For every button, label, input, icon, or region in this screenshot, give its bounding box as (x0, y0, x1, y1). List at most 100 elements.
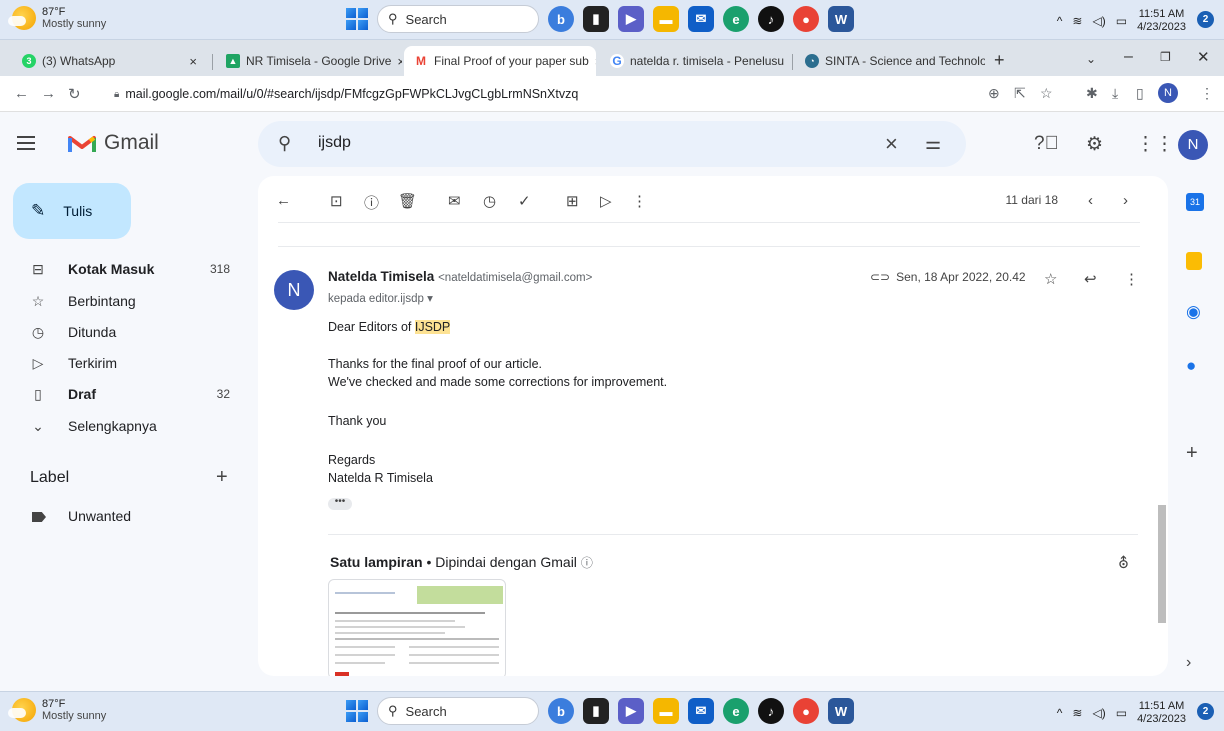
notification-badge[interactable]: 2 (1197, 703, 1214, 720)
forward-icon[interactable]: → (41, 85, 56, 102)
system-tray[interactable]: ^ ≋ ◁) ▭ 11:51 AM 4/23/2023 (1057, 8, 1186, 34)
chevron-up-icon[interactable]: ^ (1057, 706, 1063, 720)
scrollbar[interactable] (1158, 505, 1166, 623)
chrome-icon[interactable]: ● (793, 6, 819, 32)
edge-icon[interactable]: e (723, 698, 749, 724)
download-icon[interactable]: ⤓ (1112, 85, 1118, 102)
close-icon[interactable]: × (397, 54, 402, 69)
gear-icon[interactable]: ⚙ (1086, 133, 1103, 156)
sidebar-item-drafts[interactable]: ▯ Draf 32 (0, 378, 256, 410)
clock[interactable]: 11:51 AM 4/23/2023 (1137, 700, 1186, 726)
move-to-icon[interactable]: ⊞ (566, 192, 579, 210)
hide-side-panel-icon[interactable]: › (1186, 654, 1191, 672)
clear-search-icon[interactable]: × (885, 131, 898, 157)
wifi-icon[interactable]: ≋ (1072, 706, 1082, 720)
search-input[interactable]: ijsdp (318, 134, 351, 152)
restore-button[interactable]: ❐ (1160, 50, 1171, 64)
tab-google-drive[interactable]: ▲ NR Timisela - Google Drive × (216, 46, 402, 76)
star-icon[interactable]: ☆ (1044, 270, 1057, 288)
sidebar-item-snoozed[interactable]: ◷ Ditunda (0, 316, 256, 348)
reload-icon[interactable]: ↻ (68, 85, 81, 103)
bing-icon[interactable]: b (548, 698, 574, 724)
chrome-icon[interactable]: ● (793, 698, 819, 724)
show-trimmed-content-button[interactable]: ••• (328, 497, 352, 510)
tab-gmail-final-proof[interactable]: M Final Proof of your paper sub× (404, 46, 596, 76)
back-icon[interactable]: ← (14, 85, 29, 102)
sidebar-item-inbox[interactable]: ⊟ Kotak Masuk 318 (0, 253, 256, 285)
meet-icon[interactable]: ▶ (618, 698, 644, 724)
more-options-icon[interactable]: ⋮ (632, 192, 647, 210)
notification-badge[interactable]: 2 (1197, 11, 1214, 28)
extensions-icon[interactable]: ✱ (1086, 85, 1098, 102)
minimize-button[interactable]: – (1124, 48, 1133, 66)
search-options-icon[interactable]: ⚌ (925, 133, 941, 154)
label-icon[interactable]: ▷ (600, 192, 612, 210)
tiktok-icon[interactable]: ♪ (758, 698, 784, 724)
tiktok-icon[interactable]: ♪ (758, 6, 784, 32)
battery-icon[interactable]: ▭ (1116, 706, 1127, 720)
account-avatar[interactable]: N (1178, 130, 1208, 160)
menu-dots-icon[interactable]: ⋮ (1200, 85, 1214, 102)
report-spam-icon[interactable]: ⓘ (364, 192, 379, 213)
taskview-icon[interactable]: ▮ (583, 698, 609, 724)
mark-unread-icon[interactable]: ✉ (448, 192, 461, 210)
add-task-icon[interactable]: ✓ (518, 192, 531, 210)
taskview-icon[interactable]: ▮ (583, 6, 609, 32)
label-unwanted[interactable]: Unwanted (68, 508, 131, 524)
chevron-up-icon[interactable]: ^ (1057, 14, 1063, 28)
tab-sinta[interactable]: ◔ SINTA - Science and Technolo× (795, 46, 985, 76)
mail-icon[interactable]: ✉ (688, 698, 714, 724)
add-label-icon[interactable]: + (216, 466, 228, 489)
taskbar-search[interactable]: ⚲ Search (377, 697, 539, 725)
message-more-icon[interactable]: ⋮ (1124, 270, 1139, 288)
volume-icon[interactable]: ◁) (1092, 14, 1105, 28)
windows-start-icon[interactable] (346, 700, 368, 722)
keep-icon[interactable] (1186, 252, 1202, 270)
newer-chevron-icon[interactable]: › (1123, 192, 1128, 209)
sidebar-item-starred[interactable]: ☆ Berbintang (0, 285, 256, 317)
info-icon[interactable]: ⓘ (581, 556, 593, 570)
tab-whatsapp[interactable]: 3 (3) WhatsApp × (12, 46, 207, 76)
tab-search-icon[interactable]: ⌄ (1086, 52, 1096, 66)
weather-widget[interactable]: 87°F Mostly sunny (8, 698, 106, 722)
attachment-thumbnail[interactable] (328, 579, 506, 676)
bookmark-star-icon[interactable]: ☆ (1040, 85, 1053, 102)
file-explorer-icon[interactable]: ▬ (653, 698, 679, 724)
sidebar-item-more[interactable]: ⌄ Selengkapnya (0, 410, 256, 442)
system-tray[interactable]: ^ ≋ ◁) ▭ 11:51 AM 4/23/2023 (1057, 700, 1186, 726)
tasks-icon[interactable]: ◉ (1186, 302, 1201, 322)
delete-icon[interactable]: 🗑︎ (398, 192, 417, 210)
older-chevron-icon[interactable]: ‹ (1088, 192, 1093, 209)
sidepanel-icon[interactable]: ▯ (1136, 85, 1144, 102)
hamburger-menu-icon[interactable] (17, 136, 35, 154)
back-arrow-icon[interactable]: ← (276, 192, 291, 209)
volume-icon[interactable]: ◁) (1092, 706, 1105, 720)
taskbar-search[interactable]: ⚲ Search (377, 5, 539, 33)
add-to-drive-icon[interactable]: ⛢ (1118, 554, 1129, 572)
mail-icon[interactable]: ✉ (688, 6, 714, 32)
recipient-line[interactable]: kepada editor.ijsdp ▾ (328, 291, 433, 305)
meet-icon[interactable]: ▶ (618, 6, 644, 32)
battery-icon[interactable]: ▭ (1116, 14, 1127, 28)
new-tab-button[interactable]: + (994, 50, 1005, 71)
get-addons-icon[interactable]: + (1186, 442, 1198, 465)
help-icon[interactable]: ?⃝ (1034, 133, 1059, 155)
weather-widget[interactable]: 87°F Mostly sunny (8, 6, 106, 30)
close-window-button[interactable]: ✕ (1197, 48, 1210, 66)
mail-search-bar[interactable]: ⚲ ijsdp × ⚌ (258, 121, 966, 167)
share-icon[interactable]: ⇱ (1014, 85, 1026, 102)
close-icon[interactable]: × (189, 54, 197, 69)
profile-avatar[interactable]: N (1158, 83, 1178, 103)
clock[interactable]: 11:51 AM 4/23/2023 (1137, 8, 1186, 34)
gmail-logo[interactable]: Gmail (68, 131, 159, 155)
file-explorer-icon[interactable]: ▬ (653, 6, 679, 32)
url-field[interactable]: 🔒︎ mail.google.com/mail/u/0/#search/ijsd… (100, 81, 1125, 107)
word-icon[interactable]: W (828, 698, 854, 724)
edge-icon[interactable]: e (723, 6, 749, 32)
bing-icon[interactable]: b (548, 6, 574, 32)
sidebar-item-sent[interactable]: ▷ Terkirim (0, 347, 256, 379)
tab-google-search[interactable]: G natelda r. timisela - Penelusu× (600, 46, 790, 76)
search-icon[interactable]: ⚲ (278, 133, 291, 154)
close-icon[interactable]: × (595, 54, 596, 69)
contacts-icon[interactable]: ● (1186, 356, 1196, 376)
